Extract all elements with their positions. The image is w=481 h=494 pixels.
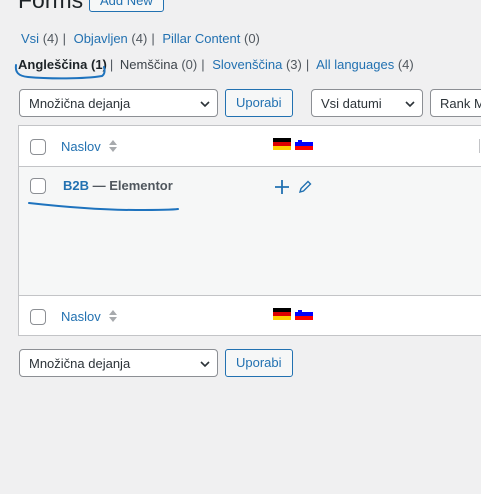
row-title[interactable]: B2B — Elementor (63, 178, 173, 193)
row-checkbox[interactable] (30, 178, 46, 194)
language-link-slovenian[interactable]: Slovenščina (212, 57, 282, 72)
date-filter-select[interactable]: Vsi datumi (311, 89, 423, 117)
chevron-down-icon (405, 101, 415, 108)
status-filter-links: Vsi (4) | Objavljen (4) | Pillar Content (… (21, 31, 260, 46)
sort-icon[interactable] (108, 138, 118, 154)
status-link-all[interactable]: Vsi (21, 31, 39, 46)
status-link-pillar-content[interactable]: Pillar Content (162, 31, 240, 46)
sort-icon[interactable] (108, 308, 118, 324)
column-title-footer[interactable]: Naslov (61, 309, 101, 324)
page-title: Forms (18, 0, 84, 13)
select-all-checkbox-bottom[interactable] (30, 309, 46, 325)
footer-divider (19, 295, 481, 296)
annotation-underline-row (28, 202, 179, 212)
select-all-checkbox-top[interactable] (30, 139, 46, 155)
forms-table: Naslov B2B — Elementor Naslov (18, 125, 481, 336)
edit-pencil-icon[interactable] (297, 179, 313, 195)
bulk-actions-select-top[interactable]: Množična dejanja (19, 89, 218, 117)
chevron-down-icon (200, 361, 210, 368)
add-translation-icon[interactable] (273, 178, 291, 196)
german-flag-icon (273, 308, 291, 320)
column-title-header[interactable]: Naslov (61, 139, 101, 154)
language-link-all[interactable]: All languages (316, 57, 394, 72)
language-link-german[interactable]: Nemščina (0) (120, 57, 197, 72)
add-new-button[interactable]: Add New (89, 0, 164, 12)
slovenian-flag-icon (295, 138, 313, 150)
apply-button-top[interactable]: Uporabi (225, 89, 293, 117)
german-flag-icon (273, 138, 291, 150)
status-link-published[interactable]: Objavljen (74, 31, 128, 46)
bulk-actions-select-bottom[interactable]: Množična dejanja (19, 349, 218, 377)
annotation-underline-language (14, 64, 106, 80)
rank-math-filter-select[interactable]: Rank M (430, 89, 481, 117)
chevron-down-icon (200, 101, 210, 108)
slovenian-flag-icon (295, 308, 313, 320)
apply-button-bottom[interactable]: Uporabi (225, 349, 293, 377)
